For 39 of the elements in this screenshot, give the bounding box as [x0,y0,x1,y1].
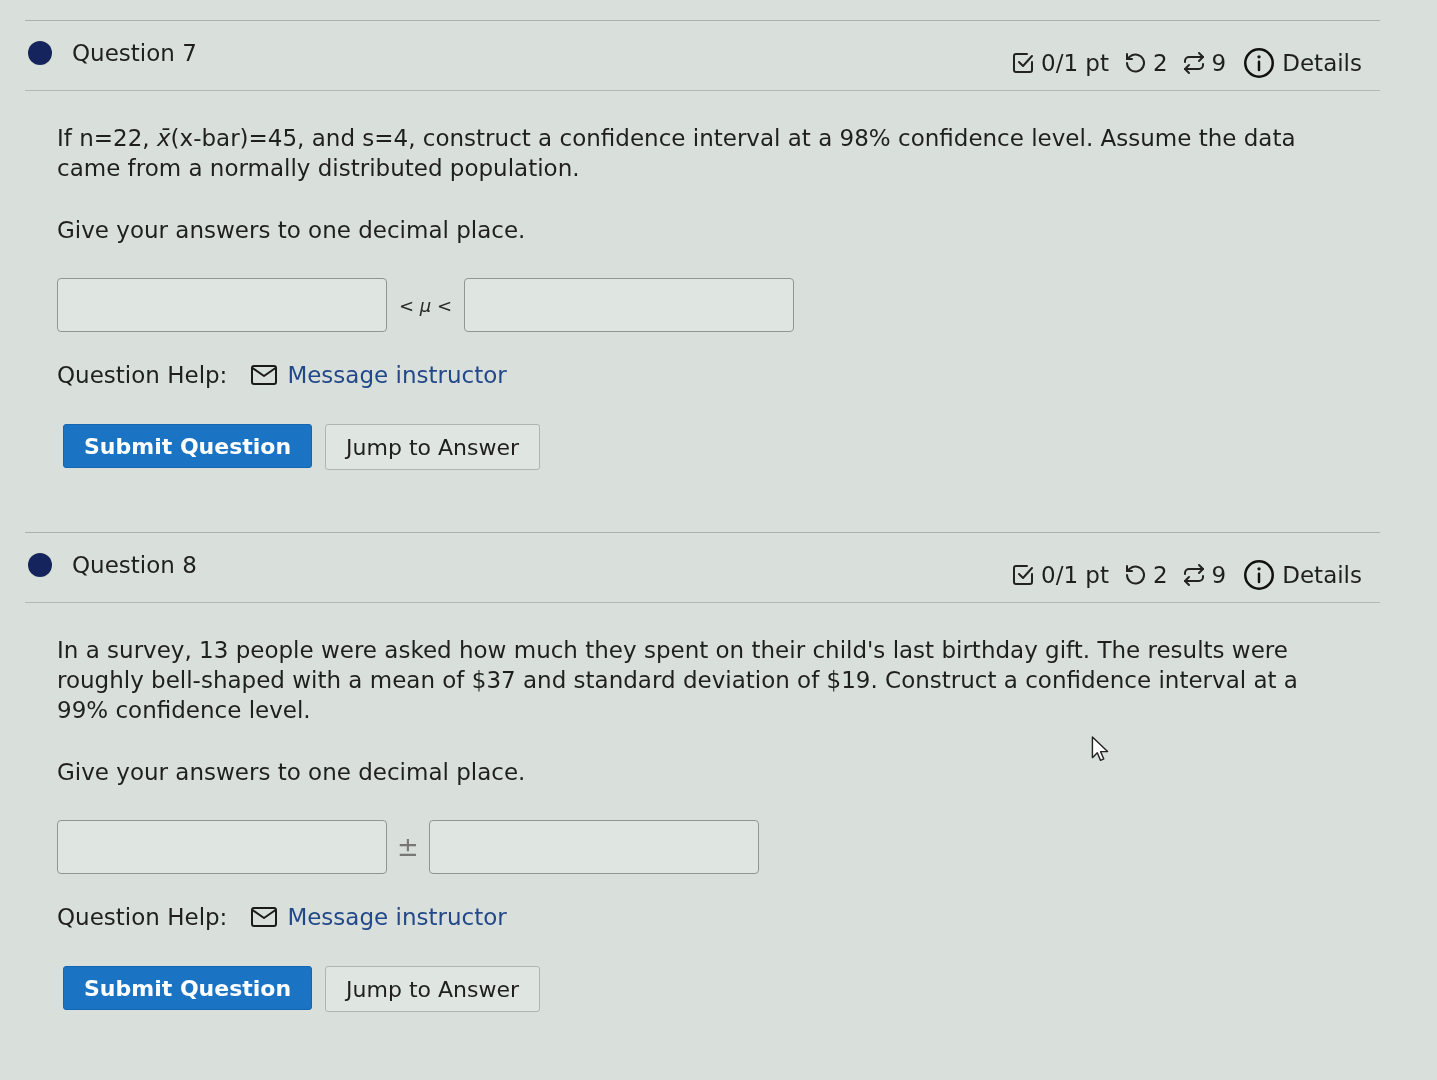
envelope-icon [251,365,278,385]
answer-separator: < μ < [398,294,454,316]
score-text: 0/1 pt [1041,48,1109,77]
jump-button[interactable]: Jump to Answer [325,966,541,1012]
repeat-arrows-icon [1181,50,1206,75]
mouse-pointer-icon [1091,736,1109,762]
check-square-icon [1011,50,1035,75]
help-label: Question Help: [57,903,228,932]
details-button[interactable]: Details [1244,559,1362,590]
repeat-arrows-icon [1181,562,1206,587]
check-square-icon [1011,562,1035,587]
retries-count: 2 [1152,48,1168,77]
status-dot-icon [28,553,52,577]
attempts-count: 9 [1211,560,1227,589]
question-text: If n=22, x̄(x-bar)=45, and s=4, construct a confidence interval at a 98% confidence level. Assume the data came from a normally distributed population. [57,124,1297,183]
message-instructor-link[interactable]: Message instructor [251,902,507,932]
answer-field[interactable] [428,820,759,874]
answer-field[interactable] [464,278,795,332]
score-text: 0/1 pt [1041,560,1109,589]
question-text: In a survey, 13 people were asked how much they spent on their child's last birthday gift. The results were roughly bell-shaped with a mean of $37 and standard deviation of $19. Construct a confidence interval at a 99% confidence level. [57,636,1299,725]
jump-button[interactable]: Jump to Answer [325,424,541,470]
envelope-icon [251,907,278,927]
question-title: Question 7 [72,40,197,66]
answer-separator: ± [396,832,420,862]
retries-count: 2 [1152,560,1168,589]
instruction-text: Give your answers to one decimal place. [57,758,527,787]
submit-button[interactable]: Submit Question [63,966,313,1010]
instruction-text: Give your answers to one decimal place. [57,216,527,245]
help-label: Question Help: [57,361,228,390]
status-dot-icon [28,41,52,65]
message-instructor-link[interactable]: Message instructor [251,360,507,390]
answer-field[interactable] [57,820,387,874]
attempts-count: 9 [1211,48,1227,77]
details-button[interactable]: Details [1244,47,1362,78]
question-title: Question 8 [72,552,197,578]
info-icon [1244,47,1275,78]
answer-field[interactable] [57,278,387,332]
info-icon [1244,559,1275,590]
submit-button[interactable]: Submit Question [63,424,313,468]
